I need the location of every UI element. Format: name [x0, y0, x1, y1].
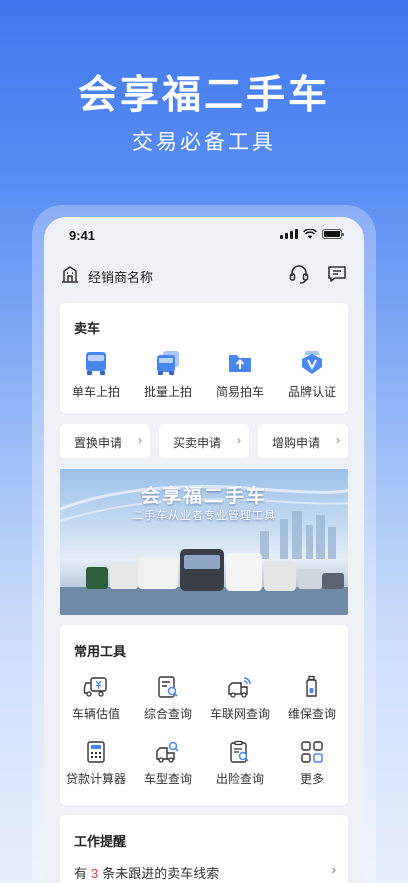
brand-cert-button[interactable]: 品牌认证	[276, 349, 348, 400]
vehicle-valuation-button[interactable]: 车辆估值	[60, 675, 132, 722]
single-auction-button[interactable]: 单车上拍	[60, 349, 132, 400]
more-tools-button[interactable]: 更多	[276, 740, 348, 787]
dealer-name[interactable]: 经销商名称	[88, 267, 153, 286]
truck-search-icon	[156, 741, 179, 763]
telematics-query-label: 车联网查询	[209, 707, 270, 721]
tools-card: 常用工具 车辆估值 综合查询 车联网查询 维保查询 贷款计算器 车型查询 出险查…	[60, 625, 348, 805]
chevron-right-icon: ›	[138, 433, 142, 447]
loan-calculator-label: 贷款计算器	[65, 772, 126, 786]
hero-title: 会享福二手车	[77, 74, 330, 117]
simple-auction-label: 简易拍车	[215, 385, 264, 399]
banner-subtitle: 二手车从业者专业管理工具	[132, 510, 276, 522]
brand-cert-label: 品牌认证	[287, 385, 336, 399]
sell-car-title: 卖车	[74, 321, 101, 336]
banner-title: 会享福二手车	[140, 486, 267, 507]
chevron-right-icon: ›	[237, 433, 241, 447]
doc-search-icon	[158, 676, 178, 698]
bottle-icon	[306, 675, 317, 697]
sell-car-card: 卖车 单车上拍 批量上拍 简易拍车 品牌认证	[60, 303, 348, 413]
calculator-icon	[87, 741, 105, 763]
reminder-row[interactable]: 有 3 条未跟进的卖车线索	[74, 863, 219, 882]
buy-sell-apply-label: 买卖申请	[173, 436, 222, 450]
trade-in-apply-button[interactable]: 置换申请 ›	[60, 424, 150, 458]
claims-query-label: 出险查询	[215, 772, 264, 786]
chevron-right-icon[interactable]: ›	[331, 861, 336, 877]
reminder-prefix: 有	[74, 866, 88, 881]
claims-query-button[interactable]: 出险查询	[204, 740, 276, 787]
promo-banner[interactable]: 会享福二手车 二手车从业者专业管理工具	[60, 469, 348, 615]
trade-in-apply-label: 置换申请	[74, 436, 123, 450]
add-purchase-apply-button[interactable]: 增购申请 ›	[258, 424, 348, 458]
telematics-query-button[interactable]: 车联网查询	[204, 675, 276, 722]
battery-icon	[322, 229, 344, 239]
truck-signal-icon	[228, 677, 251, 698]
add-purchase-apply-label: 增购申请	[272, 436, 321, 450]
maintenance-query-button[interactable]: 维保查询	[276, 675, 348, 722]
comprehensive-query-label: 综合查询	[143, 707, 192, 721]
truck-icon	[86, 352, 106, 375]
app-header: 经销商名称	[44, 255, 364, 295]
chevron-right-icon: ›	[336, 433, 340, 447]
batch-auction-label: 批量上拍	[143, 385, 192, 399]
clipboard-search-icon	[230, 740, 249, 763]
comprehensive-query-button[interactable]: 综合查询	[132, 675, 204, 722]
buy-sell-apply-button[interactable]: 买卖申请 ›	[159, 424, 249, 458]
hero-subtitle: 交易必备工具	[132, 131, 276, 154]
simple-auction-button[interactable]: 简易拍车	[204, 349, 276, 400]
status-icons	[280, 229, 344, 239]
grid-more-icon	[301, 741, 323, 763]
folder-upload-icon	[229, 355, 251, 372]
single-auction-label: 单车上拍	[71, 385, 120, 399]
work-reminders-card: 工作提醒 有 3 条未跟进的卖车线索 ›	[60, 815, 348, 883]
status-time: 9:41	[69, 228, 96, 243]
work-reminders-title: 工作提醒	[74, 834, 127, 849]
building-icon	[62, 266, 78, 283]
model-query-button[interactable]: 车型查询	[132, 740, 204, 787]
model-query-label: 车型查询	[143, 772, 192, 786]
vehicle-valuation-label: 车辆估值	[71, 707, 120, 721]
reminder-count: 3	[91, 866, 99, 881]
trucks-icon	[157, 351, 179, 375]
reminder-text: 条未跟进的卖车线索	[102, 866, 220, 881]
message-icon[interactable]	[326, 263, 348, 285]
maintenance-query-label: 维保查询	[287, 707, 336, 721]
truck-yen-icon	[83, 677, 107, 697]
loan-calculator-button[interactable]: 贷款计算器	[60, 740, 132, 787]
more-tools-label: 更多	[299, 772, 324, 786]
signal-icon	[280, 229, 298, 239]
badge-v-icon	[302, 351, 322, 374]
headset-icon[interactable]	[288, 263, 310, 285]
tools-title: 常用工具	[74, 644, 127, 659]
batch-auction-button[interactable]: 批量上拍	[132, 349, 204, 400]
app-screen: 9:41 经销商名称 卖车 单车上拍 批量上拍 简易拍车 品牌认证 置换申请 ›…	[44, 217, 364, 883]
status-bar: 9:41	[44, 217, 364, 255]
wifi-icon	[303, 229, 317, 239]
